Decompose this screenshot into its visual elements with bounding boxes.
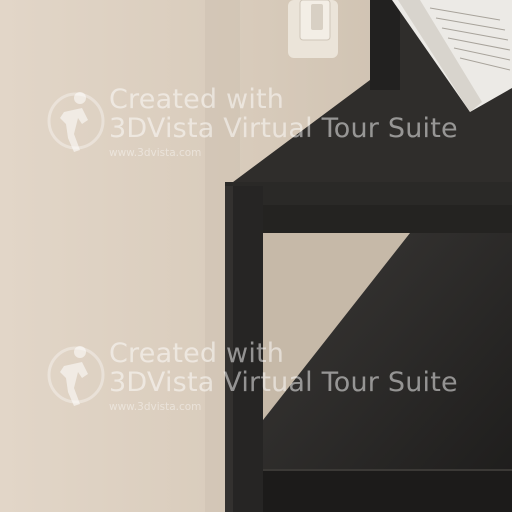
watermark: Created with 3DVista Virtual Tour Suite …: [44, 338, 512, 448]
watermark: Created with 3DVista Virtual Tour Suite …: [44, 84, 512, 194]
watermark-url: www.3dvista.com: [109, 401, 202, 413]
shelf-top-shade: [370, 0, 400, 90]
lower-shelf: [263, 470, 512, 512]
watermark-line1: Created with: [109, 84, 285, 115]
watermark-line1: Created with: [109, 338, 285, 369]
3dvista-logo-icon: [47, 92, 105, 152]
light-switch: [288, 0, 338, 58]
watermark-line2: 3DVista Virtual Tour Suite: [109, 367, 458, 398]
watermark-url: www.3dvista.com: [109, 147, 202, 159]
3dvista-logo-icon: [47, 346, 105, 406]
photo-scene: Created with 3DVista Virtual Tour Suite …: [0, 0, 512, 512]
watermark-line2: 3DVista Virtual Tour Suite: [109, 113, 458, 144]
